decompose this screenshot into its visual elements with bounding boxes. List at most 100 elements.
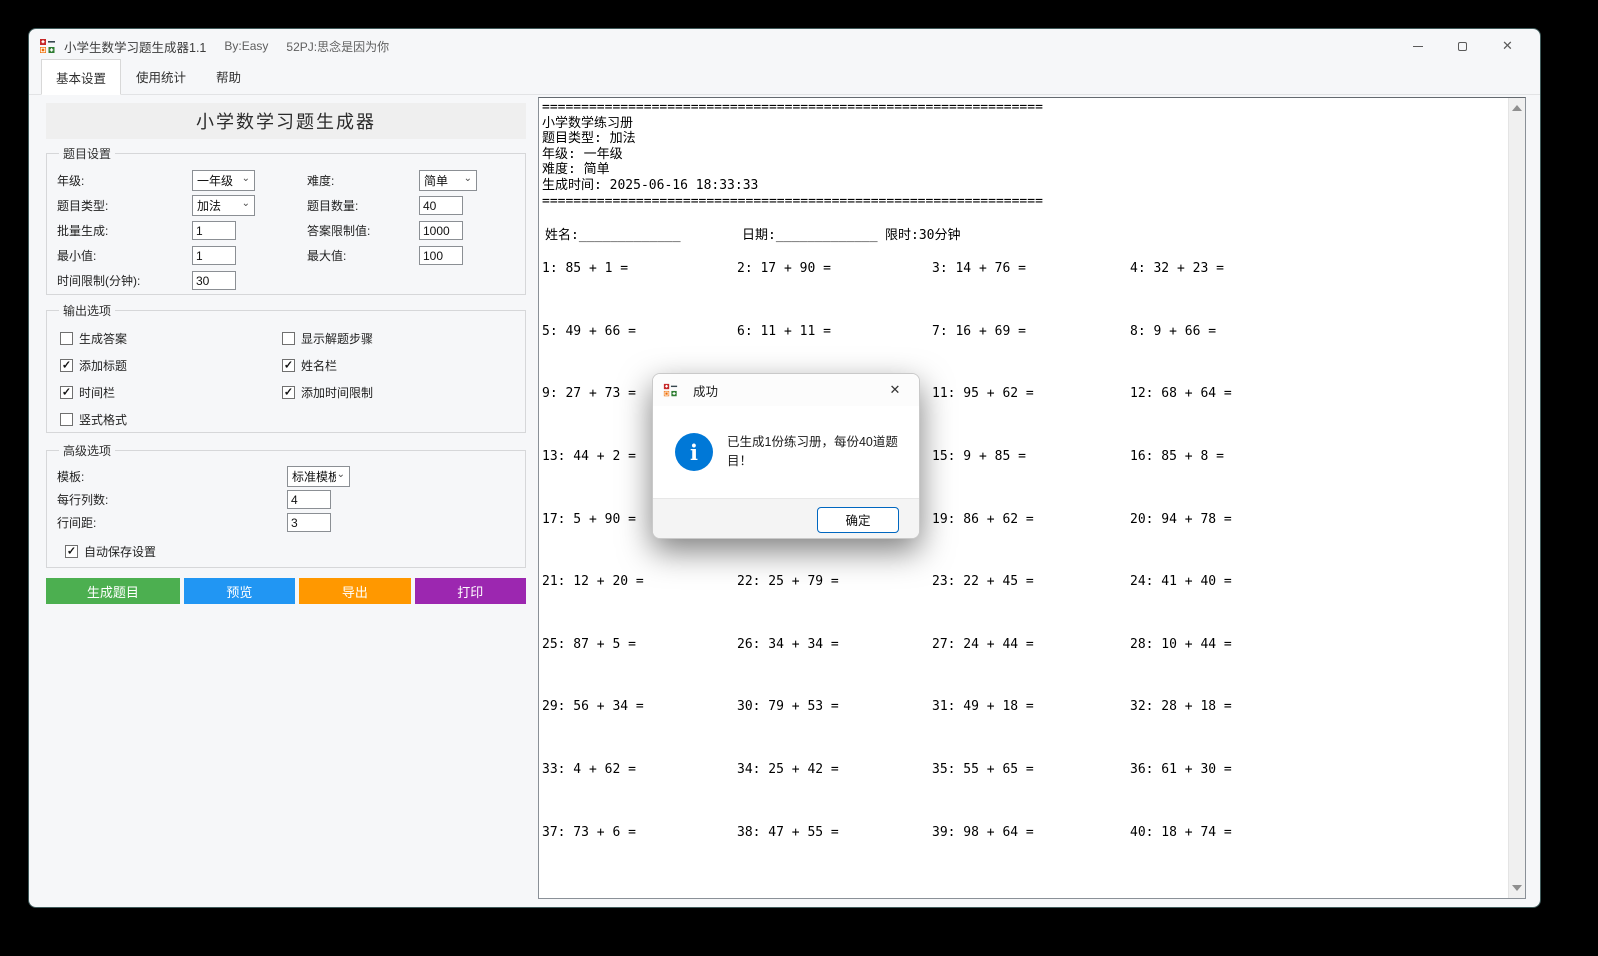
worksheet-difficulty-line: 难度: 简单 [542,162,610,177]
checkbox-box[interactable] [65,545,78,558]
separator-line: ========================================… [542,100,1043,115]
type-select[interactable]: 加法 ⌄ [192,195,255,216]
problem: 31: 49 + 18 = [932,699,1130,762]
tab-usage-stats[interactable]: 使用统计 [121,60,201,94]
dialog-close-button[interactable]: ✕ [881,378,909,402]
minimize-button[interactable] [1395,31,1440,61]
checkbox-show-steps[interactable]: 显示解题步骤 [282,325,515,352]
tab-help[interactable]: 帮助 [201,60,256,94]
problem: 8: 9 + 66 = [1130,324,1508,387]
name-blank: 姓名:_____________ [545,224,681,243]
generate-button[interactable]: 生成题目 [46,578,180,604]
preview-button[interactable]: 预览 [184,578,295,604]
min-value-input[interactable] [192,246,236,265]
output-options-group: 输出选项 生成答案 显示解题步骤 添加标题 姓名栏 [46,302,526,433]
checkbox-label: 生成答案 [79,330,127,347]
dialog-message: 已生成1份练习册，每份40道题目！ [727,433,903,471]
template-label: 模板: [57,468,287,485]
problem: 29: 56 + 34 = [542,699,737,762]
problem: 22: 25 + 79 = [737,574,932,637]
columns-per-row-label: 每行列数: [57,491,287,508]
minimize-icon [1413,46,1423,47]
question-count-input[interactable] [419,196,463,215]
checkbox-time-field[interactable]: 时间栏 [60,379,282,406]
settings-panel: 小学数学习题生成器 题目设置 年级: 一年级⌄ 难度: 简单⌄ 题目类型: 加法… [46,103,526,604]
dialog-title: 成功 [693,381,718,400]
time-limit-input[interactable] [192,271,236,290]
problem: 39: 98 + 64 = [932,825,1130,888]
checkbox-box[interactable] [60,332,73,345]
scrollbar[interactable] [1508,98,1525,898]
problem: 3: 14 + 76 = [932,261,1130,324]
grade-select-value: 一年级 [197,172,233,189]
chevron-down-icon: ⌄ [337,470,345,480]
window-byline: By:Easy [224,39,268,53]
checkbox-box[interactable] [282,332,295,345]
checkbox-label: 添加时间限制 [301,384,373,401]
problem: 7: 16 + 69 = [932,324,1130,387]
problem: 2: 17 + 90 = [737,261,932,324]
type-select-value: 加法 [197,197,221,214]
dialog-title-bar: 成功 ✕ [653,374,919,406]
problem: 35: 55 + 65 = [932,762,1130,825]
app-icon [663,383,678,398]
checkbox-box[interactable] [60,413,73,426]
columns-per-row-input[interactable] [287,490,331,509]
checkbox-label: 竖式格式 [79,411,127,428]
close-button[interactable]: ✕ [1485,31,1530,61]
checkbox-add-time-limit[interactable]: 添加时间限制 [282,379,515,406]
checkbox-box[interactable] [60,386,73,399]
checkbox-label: 添加标题 [79,357,127,374]
problem: 30: 79 + 53 = [737,699,932,762]
grade-select[interactable]: 一年级 ⌄ [192,170,255,191]
checkbox-box[interactable] [282,386,295,399]
time-limit-text: 限时:30分钟 [885,224,960,243]
chevron-down-icon: ⌄ [242,199,250,209]
ok-button[interactable]: 确定 [817,507,899,533]
difficulty-label: 难度: [307,172,419,189]
problem: 11: 95 + 62 = [932,386,1130,449]
min-value-label: 最小值: [57,247,192,264]
problem: 12: 68 + 64 = [1130,386,1508,449]
worksheet-header: ========================================… [542,100,1508,209]
problem: 28: 10 + 44 = [1130,637,1508,700]
dialog-body: i 已生成1份练习册，每份40道题目！ [653,406,919,498]
row-spacing-input[interactable] [287,513,331,532]
batch-count-input[interactable] [192,221,236,240]
difficulty-select[interactable]: 简单 ⌄ [419,170,477,191]
export-button[interactable]: 导出 [299,578,410,604]
problem: 15: 9 + 85 = [932,449,1130,512]
problem: 23: 22 + 45 = [932,574,1130,637]
problem: 16: 85 + 8 = [1130,449,1508,512]
checkbox-box[interactable] [60,359,73,372]
difficulty-select-value: 简单 [424,172,448,189]
checkbox-generate-answers[interactable]: 生成答案 [60,325,282,352]
scroll-up-icon[interactable] [1512,105,1522,111]
max-value-input[interactable] [419,246,463,265]
problem: 36: 61 + 30 = [1130,762,1508,825]
window-credit: 52PJ:思念是因为你 [286,38,389,55]
checkbox-vertical-format[interactable]: 竖式格式 [60,406,282,433]
chevron-down-icon: ⌄ [242,174,250,184]
maximize-button[interactable] [1440,31,1485,61]
checkbox-name-field[interactable]: 姓名栏 [282,352,515,379]
problem: 24: 41 + 40 = [1130,574,1508,637]
checkbox-box[interactable] [282,359,295,372]
dialog-footer: 确定 [653,498,919,539]
problem: 34: 25 + 42 = [737,762,932,825]
template-select[interactable]: 标准模板⌄ [287,466,350,487]
separator-line: ========================================… [542,194,1043,209]
print-button[interactable]: 打印 [415,578,526,604]
action-buttons: 生成题目 预览 导出 打印 [46,578,526,604]
problem: 26: 34 + 34 = [737,637,932,700]
checkbox-autosave[interactable]: 自动保存设置 [57,538,515,565]
checkbox-add-title[interactable]: 添加标题 [60,352,282,379]
scroll-down-icon[interactable] [1512,885,1522,891]
checkbox-label: 时间栏 [79,384,115,401]
tab-basic-settings[interactable]: 基本设置 [41,59,121,95]
problem: 37: 73 + 6 = [542,825,737,888]
chevron-down-icon: ⌄ [464,174,472,184]
worksheet-type-line: 题目类型: 加法 [542,131,636,146]
answer-limit-input[interactable] [419,221,463,240]
title-bar: 小学生数学习题生成器1.1 By:Easy 52PJ:思念是因为你 ✕ [29,29,1540,63]
